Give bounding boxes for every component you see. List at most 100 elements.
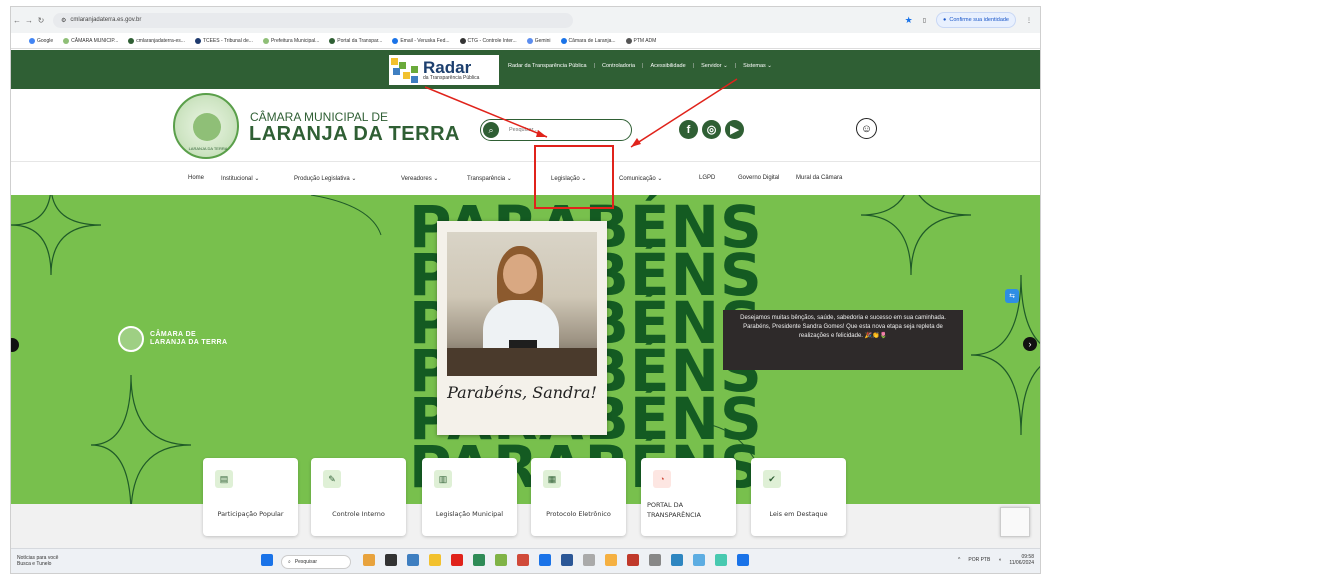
app-icon[interactable] bbox=[473, 554, 485, 566]
quick-link-card[interactable]: ▥ Legislação Municipal bbox=[422, 458, 517, 536]
hero-brand-line2: LARANJA DA TERRA bbox=[150, 339, 228, 346]
hero-message: Desejamos muitas bênçãos, saúde, sabedor… bbox=[723, 310, 963, 370]
quick-link-card[interactable]: ▤ Participação Popular bbox=[203, 458, 298, 536]
portrait-head bbox=[503, 254, 537, 294]
search-input[interactable] bbox=[509, 127, 619, 133]
carousel-next-button[interactable]: › bbox=[1023, 337, 1037, 351]
search-box[interactable]: ⌕ bbox=[480, 119, 632, 141]
quick-link-card[interactable]: ✎ Controle Interno bbox=[311, 458, 406, 536]
topbar-link-acessibilidade[interactable]: Acessibilidade bbox=[650, 63, 685, 69]
taskbar-apps bbox=[363, 554, 749, 566]
bookmark-item[interactable]: Prefeitura Municipal... bbox=[262, 37, 319, 44]
nav-item-transparencia[interactable]: Transparência ⌄ bbox=[467, 175, 512, 182]
radar-logo[interactable]: Radar da Transparência Pública bbox=[389, 55, 499, 85]
hero-banner[interactable]: PARABÉNS PARABÉNS PARABÉNS PARABÉNS PARA… bbox=[11, 195, 1040, 504]
translate-float-icon[interactable]: ⇆ bbox=[1005, 289, 1019, 303]
address-bar[interactable]: ⚙ cmlaranjadaterra.es.gov.br bbox=[53, 12, 573, 28]
bookmark-star-icon[interactable]: ★ bbox=[905, 15, 913, 26]
site-name-small: CÂMARA MUNICIPAL DE bbox=[250, 110, 389, 124]
camara-seal-logo[interactable]: LARANJA DA TERRA bbox=[173, 93, 239, 159]
folder-icon[interactable] bbox=[429, 554, 441, 566]
nav-item-vereadores[interactable]: Vereadores ⌄ bbox=[401, 175, 438, 182]
instagram-icon[interactable]: ◎ bbox=[702, 120, 721, 139]
sidepanel-icon[interactable]: ▯ bbox=[923, 17, 926, 24]
news-widget[interactable]: Notícias para você Busca e Tunelo bbox=[17, 555, 58, 567]
nav-item-governo-digital[interactable]: Governo Digital bbox=[738, 175, 779, 181]
topbar-link-sistemas[interactable]: Sistemas ⌄ bbox=[743, 63, 772, 69]
nav-item-lgpd[interactable]: LGPD bbox=[699, 175, 715, 181]
bookmark-item[interactable]: TCEES - Tribunal de... bbox=[194, 37, 253, 44]
app-icon[interactable] bbox=[517, 554, 529, 566]
google-icon bbox=[29, 37, 35, 44]
nav-item-producao-legislativa[interactable]: Produção Legislativa ⌄ bbox=[294, 175, 356, 182]
confirm-identity-button[interactable]: ● Confirme sua identidade bbox=[936, 12, 1016, 28]
hero-brand: CÂMARA DE LARANJA DA TERRA bbox=[118, 326, 227, 352]
excel-icon[interactable] bbox=[495, 554, 507, 566]
clock[interactable]: 09:58 11/06/2024 bbox=[1009, 554, 1034, 566]
law-document-icon: ▥ bbox=[434, 470, 452, 488]
quick-link-card[interactable]: ✔ Leis em Destaque bbox=[751, 458, 846, 536]
recaptcha-badge[interactable] bbox=[1000, 507, 1030, 537]
quick-link-card[interactable]: ▦ Protocolo Eletrônico bbox=[531, 458, 626, 536]
app-icon[interactable] bbox=[363, 554, 375, 566]
topbar-link-servidor[interactable]: Servidor ⌄ bbox=[701, 63, 728, 69]
bookmark-item[interactable]: cmlaranjadaterra-es... bbox=[128, 37, 185, 44]
app-icon[interactable] bbox=[737, 554, 749, 566]
app-icon[interactable] bbox=[583, 554, 595, 566]
bookmark-item[interactable]: Câmara de Laranja... bbox=[560, 37, 616, 44]
topbar-link-controladoria[interactable]: Controladoria bbox=[602, 63, 635, 69]
quick-link-label: Controle Interno bbox=[332, 510, 385, 518]
screenshot-frame: ← → ↻ ⚙ cmlaranjadaterra.es.gov.br ★ ▯ ●… bbox=[10, 6, 1041, 574]
app-icon[interactable] bbox=[539, 554, 551, 566]
app-icon[interactable] bbox=[407, 554, 419, 566]
back-icon[interactable]: ← bbox=[11, 16, 23, 25]
bookmark-item[interactable]: Gemini bbox=[526, 37, 551, 44]
bookmark-item[interactable]: CTG - Controle Inter... bbox=[459, 37, 517, 44]
reload-icon[interactable]: ↻ bbox=[35, 16, 47, 25]
protocol-icon: ▦ bbox=[543, 470, 561, 488]
app-icon[interactable] bbox=[671, 554, 683, 566]
nav-item-mural[interactable]: Mural da Câmara bbox=[796, 175, 842, 181]
nav-item-comunicacao[interactable]: Comunicação ⌄ bbox=[619, 175, 662, 182]
edit-document-icon: ✎ bbox=[323, 470, 341, 488]
chrome-icon[interactable] bbox=[451, 554, 463, 566]
bookmark-item[interactable]: PTM ADM bbox=[625, 37, 656, 44]
site-info-icon[interactable]: ⚙ bbox=[61, 17, 66, 24]
bookmark-item[interactable]: Portal da Transpar... bbox=[329, 37, 382, 44]
quick-link-card[interactable]: ◔ PORTAL DA TRANSPARÊNCIA bbox=[641, 458, 736, 536]
portrait-desk bbox=[447, 348, 597, 376]
portrait-nameplate bbox=[509, 340, 537, 348]
app-icon[interactable] bbox=[649, 554, 661, 566]
accessibility-icon[interactable]: ☺ bbox=[856, 118, 877, 139]
search-icon[interactable]: ⌕ bbox=[483, 122, 499, 138]
taskbar-search[interactable]: ⌕ Pesquisar bbox=[281, 555, 351, 569]
radar-subtitle: da Transparência Pública bbox=[423, 74, 480, 81]
nav-item-institucional[interactable]: Institucional ⌄ bbox=[221, 175, 259, 182]
app-icon[interactable] bbox=[605, 554, 617, 566]
bookmark-item[interactable]: Email - Veruska Fed... bbox=[392, 37, 450, 44]
search-icon: ⌕ bbox=[288, 559, 291, 565]
ctg-icon bbox=[459, 37, 466, 44]
windows-start-icon[interactable] bbox=[261, 554, 273, 566]
youtube-icon[interactable]: ▶ bbox=[725, 120, 744, 139]
forward-icon[interactable]: → bbox=[23, 16, 35, 25]
radar-squares-icon bbox=[389, 56, 421, 84]
app-icon[interactable] bbox=[693, 554, 705, 566]
speaker-icon[interactable]: ◖ bbox=[998, 557, 1001, 563]
app-icon[interactable] bbox=[715, 554, 727, 566]
language-indicator[interactable]: POR PTB bbox=[968, 557, 990, 563]
word-icon[interactable] bbox=[561, 554, 573, 566]
quick-link-label: Protocolo Eletrônico bbox=[546, 510, 611, 518]
nav-item-home[interactable]: Home bbox=[188, 175, 204, 181]
document-icon: ▤ bbox=[215, 470, 233, 488]
transparency-icon: ◔ bbox=[653, 470, 671, 488]
main-nav: Home Institucional ⌄ Produção Legislativ… bbox=[11, 161, 1040, 195]
bookmark-item[interactable]: Google bbox=[29, 37, 53, 44]
facebook-icon[interactable]: f bbox=[679, 120, 698, 139]
topbar-link-radar[interactable]: Radar da Transparência Pública bbox=[508, 63, 587, 69]
tray-chevron-icon[interactable]: ^ bbox=[958, 557, 960, 563]
menu-kebab-icon[interactable]: ⋮ bbox=[1026, 17, 1032, 24]
gmail-icon[interactable] bbox=[627, 554, 639, 566]
app-icon[interactable] bbox=[385, 554, 397, 566]
bookmark-item[interactable]: CÂMARA MUNICIP... bbox=[63, 37, 118, 44]
